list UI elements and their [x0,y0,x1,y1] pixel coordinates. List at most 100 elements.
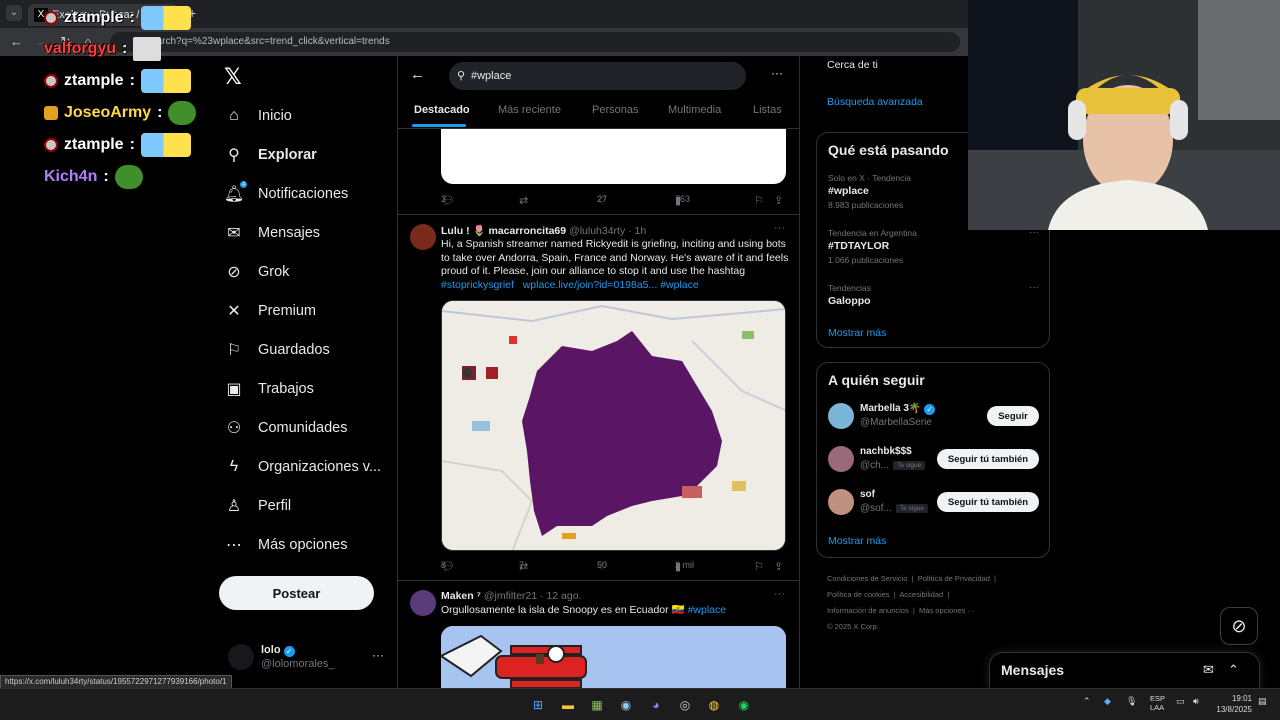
footer-link[interactable]: Condiciones de Servicio [827,574,907,583]
keyboard-layout: LAA [1150,703,1165,712]
clock[interactable]: 19:01 13/8/2025 [1216,693,1252,715]
nav-item-trabajos[interactable]: ▣ Trabajos [224,374,314,404]
tab-multimedia[interactable]: Multimedia [668,104,721,116]
notification-center-icon[interactable]: ▤ [1258,696,1267,707]
compose-message-icon[interactable]: ✉ [1203,662,1214,678]
language-code: ESP [1150,694,1166,703]
avatar[interactable] [410,224,436,250]
x-logo-icon[interactable]: 𝕏 [224,64,242,90]
tweet-map-image[interactable] [441,300,786,551]
url-link[interactable]: wplace.live/join?id=0198a5... [523,279,658,291]
footer-link[interactable]: Accesibilidad [899,590,943,599]
tweet-media[interactable] [441,129,786,184]
chrome-icon[interactable]: ◍ [704,695,724,715]
spotify-icon[interactable]: ◉ [734,695,754,715]
tweet-plane-image[interactable] [441,626,786,688]
follow-suggestion-name[interactable]: Marbella 3🌴 ✓ [860,403,936,415]
messages-drawer[interactable]: Mensajes ✉ ⌃ [989,652,1260,690]
tab-listas[interactable]: Listas [753,104,782,116]
follow-back-button[interactable]: Seguir tú también [937,492,1039,512]
tab-list-button[interactable]: ⌄ [6,5,22,21]
card-title: A quién seguir [828,372,925,388]
tab-personas[interactable]: Personas [592,104,638,116]
volume-icon[interactable]: 🔊︎ [1193,696,1199,707]
nav-item-organizaciones[interactable]: ϟ Organizaciones v... [224,452,381,482]
follow-suggestion-name[interactable]: sof [860,489,875,500]
search-input[interactable]: ⚲ #wplace [449,62,746,90]
post-button[interactable]: Postear [219,576,374,610]
who-to-follow-card: A quién seguir Marbella 3🌴 ✓ @MarbellaSe… [816,362,1050,558]
tweet-author-name[interactable]: Lulu ! 🌷 macarroncita69 [441,225,566,237]
tab-mas-reciente[interactable]: Más reciente [498,104,561,116]
nav-label: Trabajos [258,381,314,397]
hashtag-link[interactable]: #wplace [688,604,727,616]
chat-username: ztample [64,136,124,153]
show-more-link[interactable]: Mostrar más [828,535,886,547]
back-icon[interactable]: ← [10,34,23,49]
nav-item-explorar[interactable]: ⚲ Explorar [224,140,317,170]
footer-link[interactable]: Más opciones ··· [919,606,975,615]
trend-name[interactable]: #wplace [828,185,869,197]
trend-name[interactable]: Galoppo [828,295,871,307]
nav-label: Inicio [258,108,292,124]
follows-you-badge: Te sigue [893,461,926,470]
verified-badge-icon: ✓ [924,404,936,415]
tweet-links-line: #stoprickysgrief wplace.live/join?id=019… [441,279,791,293]
language-indicator[interactable]: ESP LAA [1150,694,1165,712]
footer-link[interactable]: Política de Privacidad [918,574,990,583]
microphone-icon[interactable]: 🎙︎ [1126,696,1137,707]
follow-suggestion-name[interactable]: nachbk$$$ [860,446,912,457]
hashtag-link[interactable]: #stoprickysgrief [441,279,514,291]
person-icon: ♙ [226,498,242,515]
trend-more-icon[interactable]: ··· [1029,282,1039,293]
nav-item-guardados[interactable]: ⚐ Guardados [224,335,330,365]
near-you-link[interactable]: Cerca de ti [827,59,878,71]
show-more-link[interactable]: Mostrar más [828,327,886,339]
avatar[interactable] [828,489,854,515]
start-icon[interactable]: ⊞ [528,695,548,715]
discord-icon[interactable]: ◕ [646,695,666,715]
more-icon[interactable]: ··· [774,588,785,600]
nav-label: Grok [258,264,290,280]
more-icon[interactable]: ··· [771,66,783,80]
nav-label: Explorar [258,147,317,163]
steam-icon[interactable]: ◉ [616,695,636,715]
minecraft-icon[interactable]: ▦ [587,695,607,715]
footer-link[interactable]: Información de anuncios [827,606,909,615]
obs-icon[interactable]: ◎ [675,695,695,715]
grok-floating-button[interactable]: ⊘ [1220,607,1258,645]
follow-button[interactable]: Seguir [987,406,1039,426]
tab-destacado[interactable]: Destacado [414,104,470,116]
file-explorer-icon[interactable]: ▬ [558,695,578,715]
nav-item-mas-opciones[interactable]: ⋯ Más opciones [224,530,347,560]
avatar[interactable] [410,590,436,616]
more-icon[interactable]: ··· [774,222,785,234]
hashtag-link[interactable]: #wplace [660,279,699,291]
wplace-map-graphic [442,301,785,550]
nav-item-inicio[interactable]: ⌂ Inicio [224,101,292,131]
nav-item-comunidades[interactable]: ⚇ Comunidades [224,413,348,443]
advanced-search-link[interactable]: Búsqueda avanzada [827,96,923,108]
expand-icon[interactable]: ⌃ [1228,662,1239,678]
tray-chevron-icon[interactable]: ⌃ [1083,696,1091,707]
avatar[interactable] [828,446,854,472]
copyright: © 2025 X Corp. [827,622,879,631]
footer-link[interactable]: Política de cookies [827,590,890,599]
nav-item-perfil[interactable]: ♙ Perfil [224,491,291,521]
trend-name[interactable]: #TDTAYLOR [828,240,889,252]
follow-back-button[interactable]: Seguir tú también [937,449,1039,469]
nav-item-grok[interactable]: ⊘ Grok [224,257,289,287]
nav-item-premium[interactable]: ✕ Premium [224,296,316,326]
network-icon[interactable]: ▭ [1176,696,1185,707]
back-arrow-icon[interactable]: ← [410,66,425,83]
tray-app-icon[interactable]: ◆ [1104,696,1111,707]
nav-item-notificaciones[interactable]: 🔔︎ 4 Notificaciones [224,179,348,209]
chat-colon: : [129,72,135,89]
search-icon: ⚲ [457,70,466,82]
account-switcher[interactable]: lolo ✓ @lolomorales_ ··· [226,640,386,674]
nav-item-mensajes[interactable]: ✉ Mensajes [224,218,320,248]
tweet-author-name[interactable]: Maken ⁷ [441,590,481,602]
address-bar[interactable]: search?q=%23wplace&src=trend_click&verti… [110,32,960,52]
avatar[interactable] [828,403,854,429]
more-icon[interactable]: ··· [372,648,384,662]
